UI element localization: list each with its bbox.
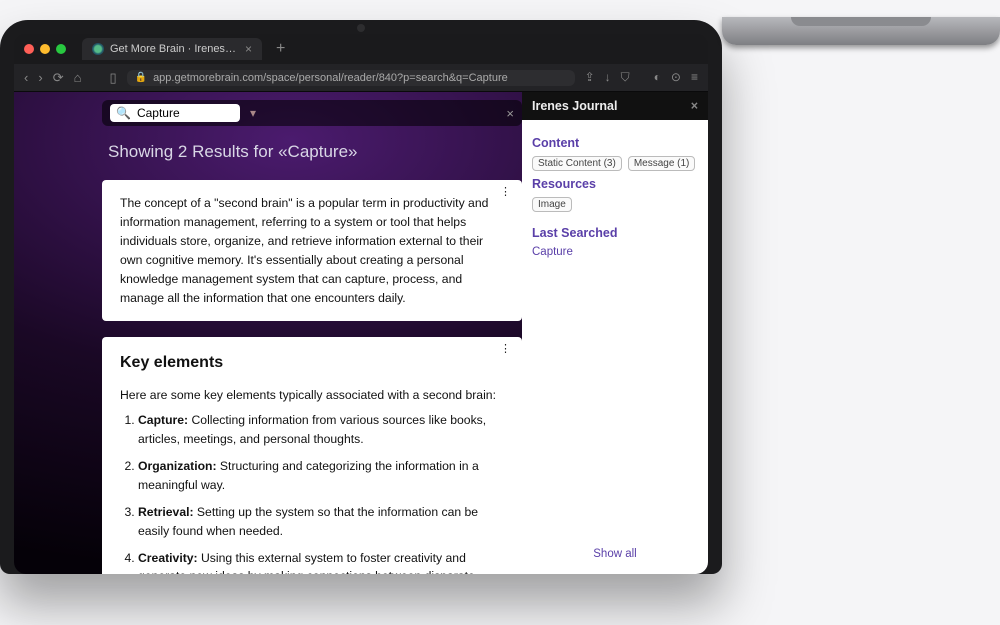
result-text: The concept of a "second brain" is a pop… [120, 194, 504, 307]
search-icon: 🔍 [116, 106, 131, 120]
new-tab-button[interactable]: + [276, 40, 285, 58]
last-searched-item[interactable]: Capture [532, 246, 698, 258]
profile-icon[interactable]: ⊙ [671, 70, 681, 85]
key-elements-list: Capture: Collecting information from var… [120, 411, 504, 574]
card-heading: Key elements [120, 351, 504, 376]
search-input[interactable] [137, 106, 227, 120]
list-item: Organization: Structuring and categorizi… [138, 457, 504, 495]
filter-icon[interactable]: ▾ [250, 106, 256, 120]
close-window-button[interactable] [24, 44, 34, 54]
lock-icon: 🔒 [135, 72, 147, 83]
card-intro: Here are some key elements typically ass… [120, 386, 504, 405]
chip[interactable]: Image [532, 197, 572, 212]
sidebar-header: Irenes Journal × [522, 92, 708, 120]
home-button[interactable]: ⌂ [74, 70, 82, 85]
list-item: Creativity: Using this external system t… [138, 549, 504, 574]
extension-icon[interactable]: ◐ [654, 70, 661, 85]
clear-search-icon[interactable]: × [506, 106, 514, 121]
result-card[interactable]: ⋮ Key elements Here are some key element… [102, 337, 522, 574]
list-item: Capture: Collecting information from var… [138, 411, 504, 449]
main-area: 🔍 ▾ × Showing 2 Results for «Capture» ⋮ … [14, 92, 522, 574]
section-content: Content [532, 136, 698, 150]
toolbar-right: ⇪ ↓ ⛉ ◐ ⊙ ≡ [585, 70, 698, 85]
list-item: Retrieval: Setting up the system so that… [138, 503, 504, 541]
search-box[interactable]: 🔍 [110, 104, 240, 122]
term: Creativity: [138, 551, 198, 565]
camera-notch [357, 24, 365, 32]
minimize-window-button[interactable] [40, 44, 50, 54]
term: Retrieval: [138, 505, 194, 519]
laptop-base [722, 17, 1000, 45]
browser-top-bar: Get More Brain · Irenes Journ… × + [14, 34, 708, 64]
menu-icon[interactable]: ≡ [691, 70, 698, 85]
term: Capture: [138, 413, 188, 427]
download-icon[interactable]: ↓ [605, 70, 611, 85]
chip[interactable]: Static Content (3) [532, 156, 622, 171]
fullscreen-window-button[interactable] [56, 44, 66, 54]
resource-chips: Image [532, 197, 698, 212]
search-bar: 🔍 ▾ × [102, 100, 522, 126]
browser-tab[interactable]: Get More Brain · Irenes Journ… × [82, 38, 262, 60]
window-controls [24, 44, 66, 54]
share-icon[interactable]: ⇪ [585, 70, 595, 85]
sidebar-body: Content Static Content (3) Message (1) R… [522, 120, 708, 538]
results-heading: Showing 2 Results for «Capture» [108, 142, 522, 162]
favicon-icon [92, 43, 104, 55]
forward-button[interactable]: › [38, 70, 42, 85]
close-tab-icon[interactable]: × [245, 42, 252, 56]
card-menu-icon[interactable]: ⋮ [500, 184, 512, 201]
laptop-frame: Get More Brain · Irenes Journ… × + ‹ › ⟳… [0, 20, 722, 574]
bookmark-icon[interactable]: ▯ [109, 70, 116, 86]
content-chips: Static Content (3) Message (1) [532, 156, 698, 171]
result-card[interactable]: ⋮ The concept of a "second brain" is a p… [102, 180, 522, 321]
url-text: app.getmorebrain.com/space/personal/read… [153, 72, 508, 84]
show-all-link[interactable]: Show all [522, 538, 708, 574]
section-resources: Resources [532, 177, 698, 191]
sidebar-title: Irenes Journal [532, 99, 617, 113]
shield-icon[interactable]: ⛉ [621, 70, 630, 85]
section-last-searched: Last Searched [532, 226, 698, 240]
tab-title: Get More Brain · Irenes Journ… [110, 43, 239, 55]
screen: Get More Brain · Irenes Journ… × + ‹ › ⟳… [14, 34, 708, 574]
reload-button[interactable]: ⟳ [53, 70, 64, 86]
card-menu-icon[interactable]: ⋮ [500, 341, 512, 358]
back-button[interactable]: ‹ [24, 70, 28, 85]
app-viewport: 🔍 ▾ × Showing 2 Results for «Capture» ⋮ … [14, 92, 708, 574]
browser-toolbar: ‹ › ⟳ ⌂ ▯ 🔒 app.getmorebrain.com/space/p… [14, 64, 708, 92]
desc: Collecting information from various sour… [138, 413, 486, 446]
term: Organization: [138, 459, 217, 473]
chip[interactable]: Message (1) [628, 156, 696, 171]
close-sidebar-icon[interactable]: × [691, 99, 698, 113]
filter-sidebar: Irenes Journal × Content Static Content … [522, 92, 708, 574]
address-bar[interactable]: 🔒 app.getmorebrain.com/space/personal/re… [127, 70, 575, 86]
